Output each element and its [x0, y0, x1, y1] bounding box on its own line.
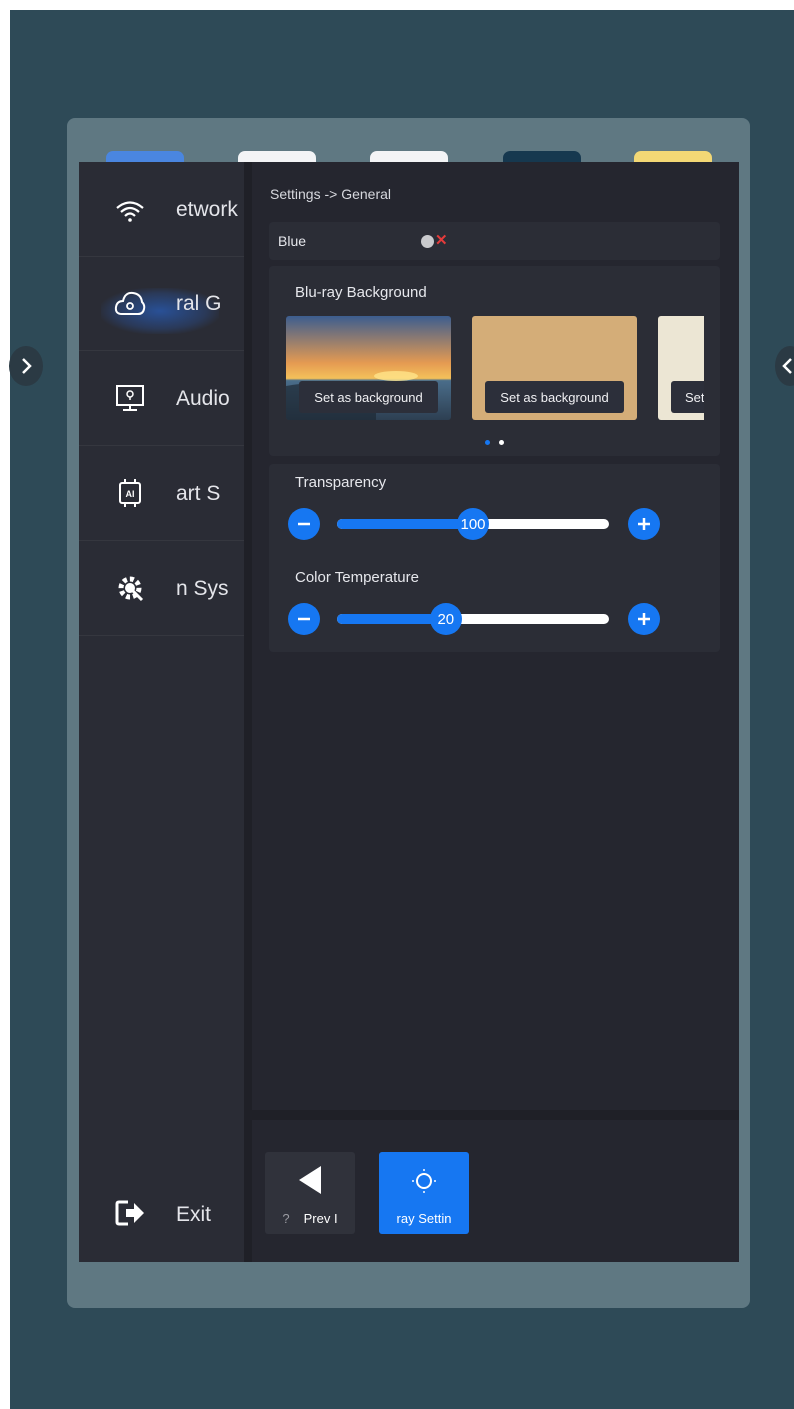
- blue-label: Blue: [278, 233, 307, 249]
- color-temperature-slider-track[interactable]: 20: [337, 603, 609, 635]
- thumbnail-carousel[interactable]: Set as background Set as background Set: [286, 316, 704, 422]
- triangle-left-icon: [299, 1166, 321, 1194]
- close-icon[interactable]: ✕: [435, 231, 448, 249]
- breadcrumb: Settings -> General: [270, 186, 392, 202]
- plus-icon: [638, 613, 650, 625]
- thumbnail-cream[interactable]: Set: [658, 316, 704, 420]
- bottom-toolbar: ? Prev I ray Settin: [252, 1120, 739, 1262]
- transparency-slider-track[interactable]: 100: [337, 508, 609, 540]
- set-as-background-button[interactable]: Set: [671, 381, 704, 413]
- set-as-background-button[interactable]: Set as background: [299, 381, 438, 413]
- transparency-increase-button[interactable]: [628, 508, 660, 540]
- sun-icon: [412, 1169, 436, 1193]
- exit-label: Exit: [176, 1203, 212, 1226]
- sidebar-item-label: etwork: [176, 198, 238, 221]
- plus-icon: [638, 518, 650, 530]
- color-temperature-slider-knob[interactable]: 20: [429, 603, 462, 635]
- sidebar-divider: [244, 162, 252, 1262]
- background-card-title: Blu-ray Background: [295, 284, 427, 301]
- gear-wrench-icon: [113, 571, 147, 605]
- blu-ray-settings-label: ray Settin: [396, 1211, 452, 1226]
- page-dot[interactable]: [499, 440, 504, 445]
- transparency-slider-fill: [337, 519, 473, 529]
- sidebar-item-exit[interactable]: Exit: [79, 1166, 244, 1260]
- settings-screen: etwork ral G Audio AI art S n Sys Exit S…: [79, 162, 739, 1262]
- background-card: Blu-ray Background Set as background Set…: [269, 266, 720, 456]
- prev-button[interactable]: ? Prev I: [265, 1152, 355, 1234]
- wifi-icon: [113, 194, 147, 228]
- thumbnail-sunset[interactable]: Set as background: [286, 316, 451, 420]
- blue-theme-row[interactable]: Blue ✕: [269, 222, 720, 260]
- sidebar-item-label: Audio: [176, 387, 230, 410]
- sidebar-item-smart[interactable]: AI art S: [79, 446, 244, 541]
- exit-icon: [113, 1196, 147, 1230]
- sidebar-item-general[interactable]: ral G: [79, 256, 244, 351]
- left-edge-arrow-button[interactable]: [9, 346, 43, 386]
- prev-button-label: ? Prev I: [282, 1211, 338, 1226]
- cloud-settings-icon: [113, 286, 147, 320]
- transparency-label: Transparency: [295, 474, 387, 491]
- set-as-background-button[interactable]: Set as background: [485, 381, 624, 413]
- thumbnail-sand[interactable]: Set as background: [472, 316, 637, 420]
- sidebar-item-audio[interactable]: Audio: [79, 351, 244, 446]
- chevron-right-icon: [22, 358, 32, 374]
- minus-icon: [298, 522, 310, 526]
- color-temperature-increase-button[interactable]: [628, 603, 660, 635]
- ai-chip-icon: AI: [113, 476, 147, 510]
- sidebar-item-label: n Sys: [176, 577, 229, 600]
- chevron-left-icon: [782, 358, 792, 374]
- sidebar-item-label: art S: [176, 482, 221, 505]
- sidebar-item-label: ral G: [176, 292, 222, 315]
- page-dot-active[interactable]: [485, 440, 490, 445]
- sidebar-item-network[interactable]: etwork: [79, 162, 244, 257]
- blu-ray-settings-button[interactable]: ray Settin: [379, 1152, 469, 1234]
- minus-icon: [298, 617, 310, 621]
- color-temperature-label: Color Temperature: [295, 569, 419, 586]
- general-settings-panel: Settings -> General Blue ✕ Blu-ray Backg…: [252, 162, 739, 1110]
- monitor-icon: [113, 381, 147, 415]
- sidebar: etwork ral G Audio AI art S n Sys Exit: [79, 162, 244, 1262]
- sidebar-item-system[interactable]: n Sys: [79, 541, 244, 636]
- slider-card: Transparency 100 Color Temperature 20: [269, 464, 720, 652]
- transparency-slider-knob[interactable]: 100: [457, 508, 489, 540]
- svg-text:AI: AI: [126, 489, 135, 499]
- color-temperature-decrease-button[interactable]: [288, 603, 320, 635]
- bottom-bar-separator: [252, 1110, 739, 1120]
- toggle-dot[interactable]: [421, 235, 434, 248]
- right-edge-arrow-button[interactable]: [775, 346, 794, 386]
- transparency-decrease-button[interactable]: [288, 508, 320, 540]
